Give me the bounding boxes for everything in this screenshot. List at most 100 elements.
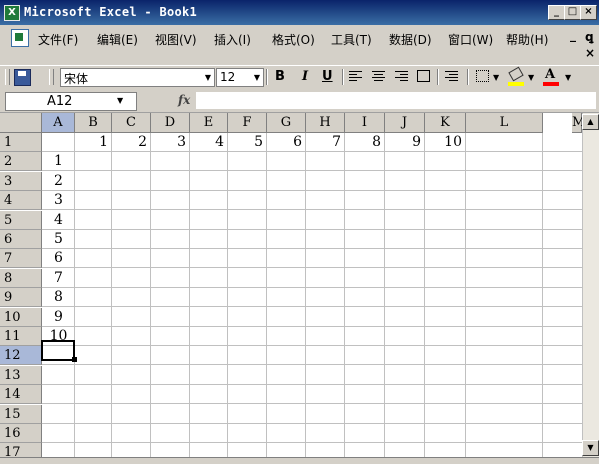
- scroll-down-button[interactable]: ▼: [582, 440, 599, 456]
- column-header-k[interactable]: K: [425, 113, 466, 133]
- menu-data[interactable]: 数据(D): [389, 31, 432, 48]
- indent-icon[interactable]: [445, 71, 458, 82]
- row-gridline: [42, 364, 599, 365]
- document-icon[interactable]: [11, 29, 29, 47]
- row-header-1[interactable]: 1: [0, 133, 42, 152]
- row-header-3[interactable]: 3: [0, 172, 42, 191]
- menu-window[interactable]: 窗口(W): [448, 31, 493, 48]
- column-header-g[interactable]: G: [267, 113, 306, 133]
- column-gridline: [111, 133, 112, 463]
- cell-a8[interactable]: 7: [42, 269, 75, 288]
- worksheet-grid[interactable]: [0, 113, 599, 463]
- select-all-corner[interactable]: [0, 113, 42, 133]
- font-name-dropdown[interactable]: 宋体 ▼: [60, 68, 215, 87]
- cell-a5[interactable]: 4: [42, 211, 75, 230]
- cell-h1[interactable]: 7: [306, 133, 345, 152]
- row-gridline: [42, 229, 599, 230]
- fx-icon[interactable]: fx: [178, 93, 190, 107]
- row-header-15[interactable]: 15: [0, 405, 42, 424]
- cell-k1[interactable]: 10: [425, 133, 466, 152]
- menu-tools[interactable]: 工具(T): [331, 31, 372, 48]
- column-gridline: [150, 133, 151, 463]
- column-header-j[interactable]: J: [385, 113, 425, 133]
- doc-restore-button[interactable]: ꝗ: [585, 30, 594, 44]
- cell-a4[interactable]: 3: [42, 191, 75, 210]
- cell-c1[interactable]: 2: [112, 133, 151, 152]
- column-header-e[interactable]: E: [190, 113, 228, 133]
- cell-i1[interactable]: 8: [345, 133, 385, 152]
- menu-insert[interactable]: 插入(I): [214, 31, 251, 48]
- font-color-icon[interactable]: A: [545, 67, 555, 82]
- row-gridline: [42, 403, 599, 404]
- column-gridline: [305, 133, 306, 463]
- row-header-9[interactable]: 9: [0, 288, 42, 307]
- menu-format[interactable]: 格式(O): [272, 31, 315, 48]
- row-header-7[interactable]: 7: [0, 249, 42, 268]
- menu-file[interactable]: 文件(F): [38, 31, 78, 48]
- column-header-b[interactable]: B: [75, 113, 112, 133]
- vertical-scrollbar[interactable]: [582, 113, 599, 463]
- cell-e1[interactable]: 4: [190, 133, 228, 152]
- formula-input[interactable]: [196, 92, 596, 109]
- menu-help[interactable]: 帮助(H): [506, 31, 548, 48]
- row-header-4[interactable]: 4: [0, 191, 42, 210]
- row-header-14[interactable]: 14: [0, 385, 42, 404]
- bold-button[interactable]: B: [275, 69, 285, 84]
- align-left-icon[interactable]: [349, 71, 362, 82]
- row-header-2[interactable]: 2: [0, 152, 42, 171]
- font-size-dropdown[interactable]: 12 ▼: [216, 68, 264, 87]
- cell-a3[interactable]: 2: [42, 172, 75, 191]
- row-header-12[interactable]: 12: [0, 346, 42, 365]
- cell-g1[interactable]: 6: [267, 133, 306, 152]
- align-center-icon[interactable]: [372, 71, 385, 82]
- menu-view[interactable]: 视图(V): [155, 31, 197, 48]
- row-header-16[interactable]: 16: [0, 424, 42, 443]
- column-header-i[interactable]: I: [345, 113, 385, 133]
- excel-icon[interactable]: X: [4, 5, 20, 21]
- save-icon[interactable]: [14, 69, 31, 86]
- row-header-6[interactable]: 6: [0, 230, 42, 249]
- row-header-13[interactable]: 13: [0, 366, 42, 385]
- column-header-l[interactable]: L: [466, 113, 543, 133]
- italic-button[interactable]: I: [302, 69, 308, 84]
- row-header-8[interactable]: 8: [0, 269, 42, 288]
- chevron-down-icon[interactable]: ▼: [493, 73, 499, 82]
- cell-b1[interactable]: 1: [75, 133, 112, 152]
- column-header-d[interactable]: D: [151, 113, 190, 133]
- cell-a2[interactable]: 1: [42, 152, 75, 171]
- cell-j1[interactable]: 9: [385, 133, 425, 152]
- cell-f1[interactable]: 5: [228, 133, 267, 152]
- toolbar-grip[interactable]: [5, 69, 10, 85]
- toolbar-grip[interactable]: [49, 69, 54, 85]
- cell-a10[interactable]: 9: [42, 308, 75, 327]
- scroll-up-button[interactable]: ▲: [582, 114, 599, 130]
- underline-button[interactable]: U: [322, 69, 333, 84]
- doc-close-button[interactable]: ×: [585, 46, 595, 60]
- close-button[interactable]: ×: [580, 5, 597, 20]
- cell-d1[interactable]: 3: [151, 133, 190, 152]
- cell-a7[interactable]: 6: [42, 249, 75, 268]
- column-header-h[interactable]: H: [306, 113, 345, 133]
- borders-icon[interactable]: [476, 70, 489, 82]
- align-right-icon[interactable]: [395, 71, 408, 82]
- active-cell[interactable]: [41, 340, 75, 361]
- row-header-5[interactable]: 5: [0, 211, 42, 230]
- cell-a9[interactable]: 8: [42, 288, 75, 307]
- menu-edit[interactable]: 编辑(E): [97, 31, 138, 48]
- merge-center-icon[interactable]: [417, 70, 430, 82]
- row-header-10[interactable]: 10: [0, 308, 42, 327]
- column-header-a[interactable]: A: [42, 113, 75, 133]
- column-header-m[interactable]: M: [572, 113, 585, 133]
- row-header-11[interactable]: 11: [0, 327, 42, 346]
- doc-minimize-button[interactable]: _: [570, 28, 576, 42]
- chevron-down-icon[interactable]: ▼: [565, 73, 571, 82]
- column-header-c[interactable]: C: [112, 113, 151, 133]
- fill-handle[interactable]: [72, 357, 77, 362]
- cell-a6[interactable]: 5: [42, 230, 75, 249]
- minimize-button[interactable]: _: [548, 5, 565, 20]
- chevron-down-icon[interactable]: ▼: [528, 73, 534, 82]
- chevron-down-icon[interactable]: ▼: [117, 96, 123, 105]
- font-size-value: 12: [220, 70, 236, 84]
- column-header-f[interactable]: F: [228, 113, 267, 133]
- maximize-button[interactable]: □: [564, 5, 581, 20]
